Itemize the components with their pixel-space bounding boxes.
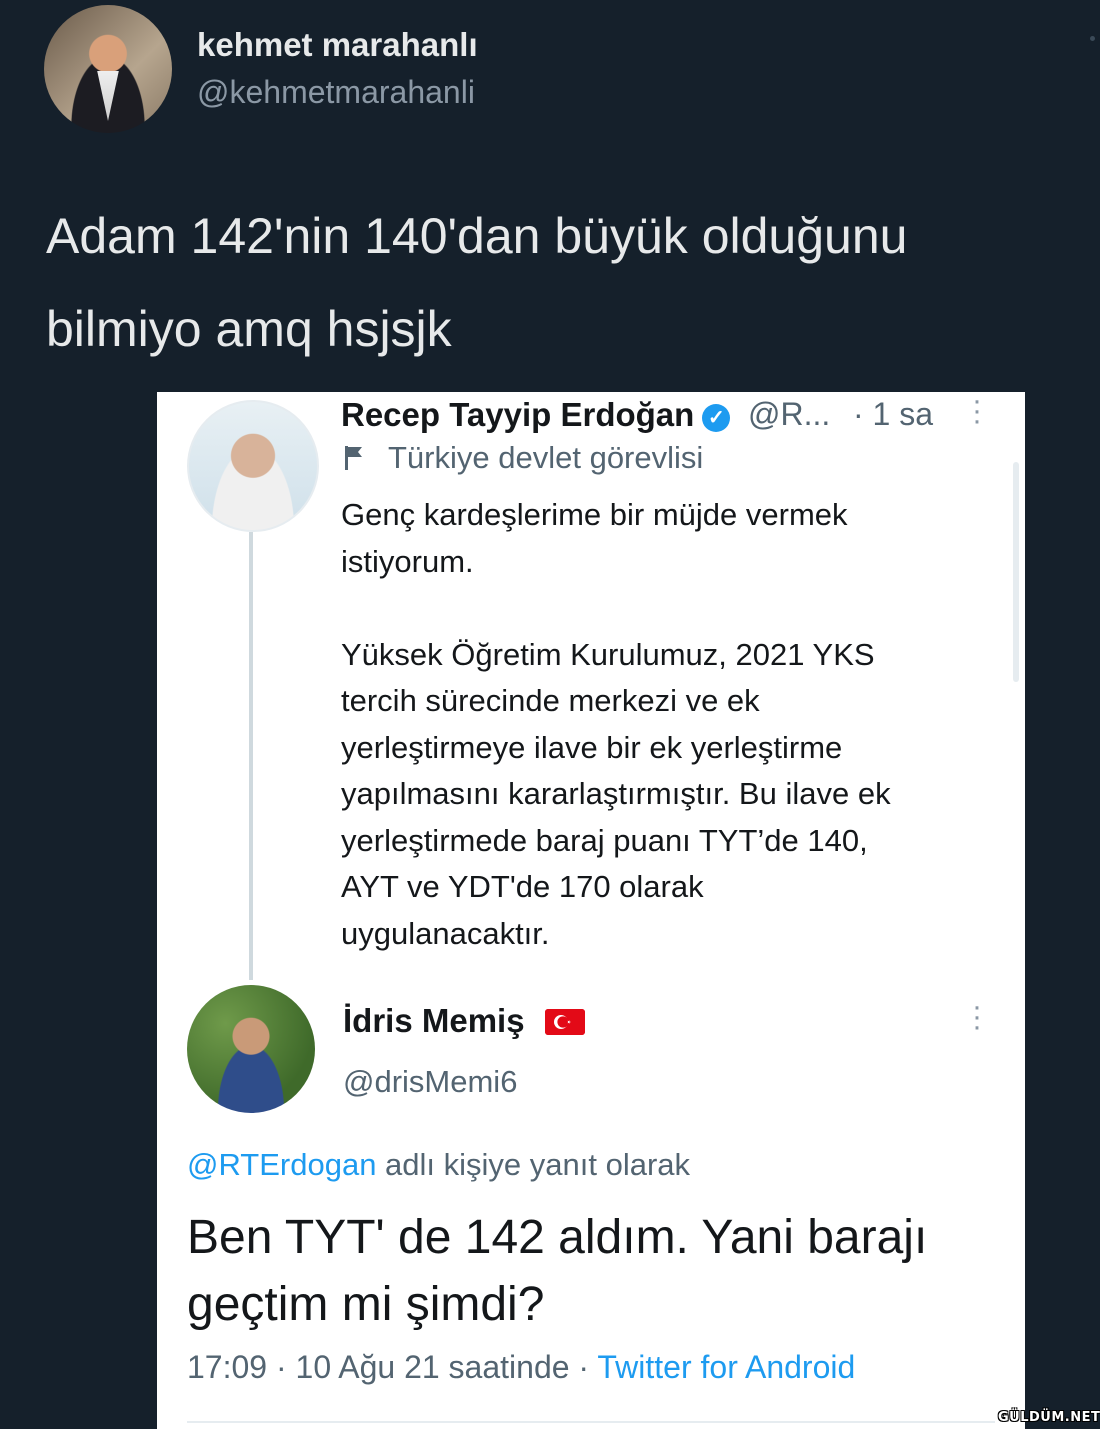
idris-avatar[interactable] [187, 985, 315, 1113]
tweet1-text: Genç kardeşlerime bir müjde vermek istiy… [341, 497, 891, 951]
tweet2-text: Ben TYT' de 142 aldım. Yani barajı geçti… [187, 1211, 928, 1331]
outer-handle[interactable]: @kehmetmarahanli [197, 74, 475, 111]
scrollbar[interactable] [1013, 462, 1019, 682]
reply-to-suffix: adlı kişiye yanıt olarak [376, 1147, 691, 1182]
outer-display-name[interactable]: kehmet marahanlı [197, 26, 478, 64]
tweet1-display-name[interactable]: Recep Tayyip Erdoğan ✓ [341, 396, 731, 434]
tweet2-more-icon[interactable]: · · · [972, 992, 982, 1042]
government-label: Türkiye devlet görevlisi [388, 440, 704, 475]
tweet2-display-name[interactable]: İdris Memiş [343, 1002, 525, 1040]
outer-avatar[interactable] [44, 5, 172, 133]
reply-to-link[interactable]: @RTErdogan [187, 1147, 376, 1182]
tweet2-timestamp[interactable]: 17:09 · 10 Ağu 21 saatinde · [187, 1349, 597, 1385]
tweet1-time[interactable]: · 1 sa [853, 396, 933, 433]
thread-line [249, 532, 253, 980]
tweet2-handle[interactable]: @drisMemi6 [343, 1064, 517, 1100]
tweet1-name-text: Recep Tayyip Erdoğan [341, 396, 695, 433]
more-options-icon[interactable] [1090, 36, 1095, 41]
tweet2-source-link[interactable]: Twitter for Android [597, 1349, 855, 1385]
watermark: GÜLDÜM.NET [998, 1410, 1100, 1425]
tweet1-handle[interactable]: @R... [748, 396, 830, 433]
erdogan-avatar[interactable] [187, 400, 319, 532]
embedded-screenshot: Recep Tayyip Erdoğan ✓ @R... · 1 sa · · · T… [157, 392, 1025, 1429]
verified-badge-icon: ✓ [702, 404, 731, 432]
tweet2-meta: 17:09 · 10 Ağu 21 saatinde · Twitter for… [187, 1349, 855, 1386]
turkey-flag-icon [545, 1009, 585, 1035]
flag-icon [345, 446, 362, 470]
outer-tweet-text: Adam 142'nin 140'dan büyük olduğunu bilm… [46, 208, 908, 357]
reply-context: @RTErdogan adlı kişiye yanıt olarak [187, 1147, 690, 1183]
tweet1-more-icon[interactable]: · · · [972, 392, 982, 436]
divider [187, 1421, 995, 1423]
